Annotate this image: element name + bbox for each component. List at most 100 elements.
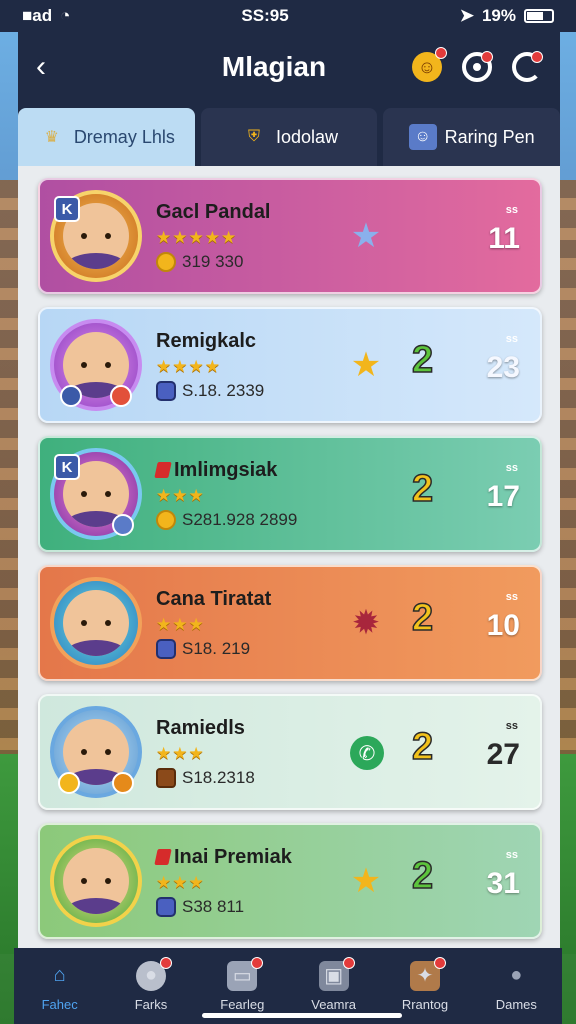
rank-badge: 2 — [411, 467, 434, 511]
tab-dremay-lhls[interactable]: ♛ Dremay Lhls — [18, 108, 195, 166]
notification-dot — [434, 47, 447, 59]
player-stats: S.18. 2339 — [182, 380, 265, 400]
rank-badge: 2 — [411, 338, 434, 382]
nav-item-fahec[interactable]: ⌂ Fahec — [20, 961, 100, 1012]
carrier-label: ■ad — [22, 6, 53, 25]
player-stats: 319 330 — [182, 251, 244, 271]
location-icon: ➤ — [459, 6, 474, 25]
back-button[interactable]: ‹ — [36, 50, 66, 84]
star-rating: ★★★★★ — [156, 227, 238, 247]
notification-dot — [530, 51, 543, 63]
nav-label: Fearleg — [220, 996, 265, 1012]
tab-raring-pen[interactable]: ☺ Raring Pen — [383, 108, 561, 166]
nav-item-rrantog[interactable]: ✦ Rrantog — [385, 956, 465, 1012]
rank-badge: 2 — [411, 854, 434, 898]
home-icon: ⌂ — [53, 964, 66, 986]
list-item[interactable]: Inai Premiak ★★★ S38 811 ★ 2 ss 31 — [38, 823, 542, 939]
nav-item-farks[interactable]: ● Farks — [111, 956, 191, 1012]
emoji-button[interactable]: ☺ — [411, 47, 447, 82]
list-item[interactable]: Cana Tiratat ★★★ S18. 219 ✹ 2 ss 10 — [38, 565, 542, 681]
coin-badge — [58, 772, 80, 794]
score-caption: ss — [505, 591, 518, 603]
tab-bar: ♛ Dremay Lhls ⛨ Iodolaw ☺ Raring Pen — [18, 102, 561, 166]
notification-dot — [480, 51, 493, 63]
player-name: Remigkalc — [156, 329, 257, 352]
nav-label: Fahec — [41, 996, 78, 1012]
player-score: 10 — [486, 609, 520, 642]
bottom-nav: ⌂ Fahec ● Farks ▭ Fearleg ▣ Veamra ✦ Rra… — [14, 948, 562, 1024]
clock: SS:95 — [241, 6, 289, 25]
box-icon: ▣ — [318, 956, 355, 991]
header-actions: ☺ — [411, 47, 543, 82]
score-caption: ss — [505, 849, 518, 861]
player-info: Cana Tiratat ★★★ S18. 219 — [156, 588, 376, 659]
notification-dot — [159, 956, 172, 969]
player-info: Inai Premiak ★★★ S38 811 — [154, 846, 376, 917]
target-button[interactable] — [461, 51, 493, 82]
score-caption: ss — [505, 204, 518, 216]
star-shield-icon: ★ — [350, 217, 382, 255]
player-stats: S38 811 — [182, 896, 245, 916]
avatar — [50, 835, 142, 927]
player-stats: S18. 219 — [182, 638, 251, 658]
player-info: Imlimgsiak ★★★ S281.928 2899 — [154, 459, 376, 530]
player-score: 31 — [486, 867, 520, 900]
player-name: Cana Tiratat — [156, 587, 272, 610]
battery-icon — [523, 9, 554, 23]
trophy-icon: ▭ — [227, 956, 264, 991]
chevron-left-icon: ‹ — [36, 50, 46, 83]
nav-item-dames[interactable]: ● Dames — [476, 961, 556, 1012]
notification-dot — [251, 956, 264, 969]
refresh-button[interactable] — [511, 51, 543, 82]
player-info: Remigkalc ★★★★ S.18. 2339 — [156, 330, 376, 401]
crown-icon: ♛ — [44, 129, 59, 146]
whistle-icon: ● — [135, 956, 172, 991]
star-rating: ★★★ — [156, 485, 205, 505]
star-rating: ★★★ — [156, 614, 205, 634]
tab-label: Iodolaw — [275, 126, 339, 147]
flag-icon — [154, 849, 172, 865]
player-info: Ramiedls ★★★ S18.2318 — [156, 717, 376, 788]
wifi-icon: ◔ — [60, 6, 71, 25]
player-info: Gacl Pandal ★★★★★ 319 330 — [156, 201, 376, 272]
lock-badge — [112, 514, 134, 536]
player-score: 17 — [486, 480, 520, 513]
list-item[interactable]: Ramiedls ★★★ S18.2318 ✆ 2 ss 27 — [38, 694, 542, 810]
player-icon: ☺ — [408, 124, 437, 150]
list-item[interactable]: K Gacl Pandal ★★★★★ 319 330 ★ ss 11 — [38, 178, 542, 294]
gold-star-icon: ★ — [350, 862, 382, 900]
player-name: Gacl Pandal — [156, 200, 271, 223]
notification-dot — [342, 956, 355, 969]
gem-icon — [156, 380, 176, 401]
home-indicator[interactable] — [202, 1013, 402, 1018]
gold-star-icon: ★ — [350, 346, 382, 384]
avatar: K — [50, 448, 142, 540]
player-stats: S18.2318 — [182, 767, 255, 787]
tab-iodolaw[interactable]: ⛨ Iodolaw — [200, 108, 378, 166]
star-rating: ★★★ — [156, 872, 205, 892]
avatar — [50, 319, 142, 411]
rank-badge: 2 — [411, 725, 434, 769]
app-header: ‹ Mlagian ☺ — [18, 32, 560, 102]
list-item[interactable]: Remigkalc ★★★★ S.18. 2339 ★ 2 ss 23 — [38, 307, 542, 423]
tab-label: Raring Pen — [444, 126, 535, 147]
player-stats: S281.928 2899 — [182, 509, 298, 529]
nav-item-fearleg[interactable]: ▭ Fearleg — [202, 956, 282, 1012]
nav-label: Rrantog — [401, 996, 449, 1012]
list-item[interactable]: K Imlimgsiak ★★★ S281.928 2899 2 ss 17 — [38, 436, 542, 552]
flag-icon — [154, 462, 172, 478]
smiley-icon: ☺ — [417, 56, 437, 77]
page-title: Mlagian — [221, 51, 327, 82]
nav-item-veamra[interactable]: ▣ Veamra — [294, 956, 374, 1012]
star-rating: ★★★★ — [156, 356, 221, 376]
gear-icon: ✹ — [351, 604, 381, 642]
flame-badge — [112, 772, 134, 794]
team-badge — [60, 385, 82, 407]
score-caption: ss — [505, 462, 518, 474]
nav-label: Veamra — [311, 996, 357, 1012]
medal-icon — [156, 509, 176, 530]
battery-percent: 19% — [481, 6, 516, 25]
score-caption: ss — [505, 333, 518, 345]
star-rating: ★★★ — [156, 743, 205, 763]
whatsapp-icon[interactable]: ✆ — [350, 736, 384, 770]
